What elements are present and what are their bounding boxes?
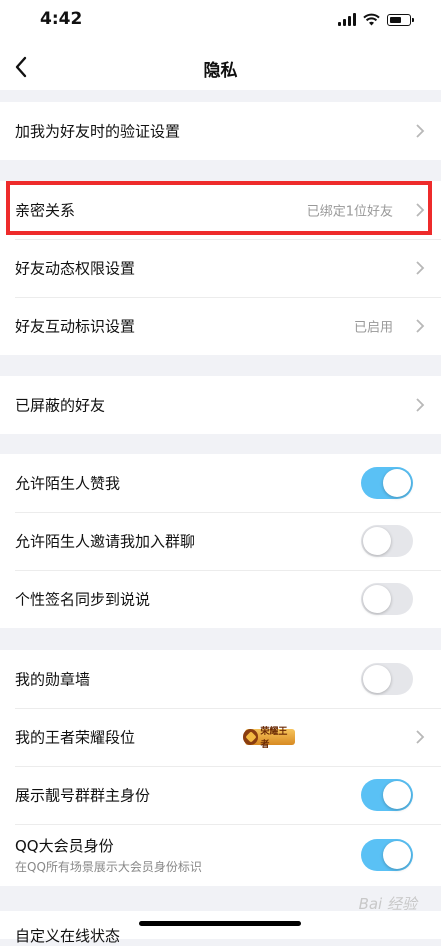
row-label: 我的王者荣耀段位 [15, 728, 136, 747]
row-label: 已屏蔽的好友 [15, 396, 106, 415]
status-icons [338, 13, 414, 26]
row-label: 好友动态权限设置 [15, 259, 136, 278]
row-signature-sync: 个性签名同步到说说 [0, 570, 441, 628]
group-friends: 亲密关系 已绑定1位好友 好友动态权限设置 好友互动标识设置 已启用 [0, 181, 441, 355]
row-verify-settings[interactable]: 加我为好友时的验证设置 [0, 102, 441, 160]
row-label: 个性签名同步到说说 [15, 590, 151, 609]
rank-badge-text: 荣耀王者 [260, 727, 288, 750]
watermark: Bai 经验 [358, 895, 417, 913]
chevron-right-icon [416, 261, 425, 275]
toggle-switch[interactable] [361, 467, 413, 499]
toggle-switch[interactable] [361, 663, 413, 695]
battery-icon [387, 13, 414, 26]
row-allow-like: 允许陌生人赞我 [0, 454, 441, 512]
group-verify: 加我为好友时的验证设置 [0, 102, 441, 160]
signal-icon [338, 13, 356, 26]
nav-bar: 隐私 [0, 44, 441, 90]
row-value: 已绑定1位好友 [306, 204, 393, 220]
row-blocked-friends[interactable]: 已屏蔽的好友 [0, 376, 441, 434]
row-allow-invite: 允许陌生人邀请我加入群聊 [0, 512, 441, 570]
chevron-right-icon [416, 398, 425, 412]
toggle-switch[interactable] [361, 839, 413, 871]
group-blocked: 已屏蔽的好友 [0, 376, 441, 434]
rank-badge-icon: 荣耀王者 [243, 727, 295, 750]
row-label: QQ大会员身份 [15, 837, 114, 855]
page-title: 隐私 [203, 61, 238, 81]
row-label: 允许陌生人邀请我加入群聊 [15, 532, 196, 551]
row-medal-wall: 我的勋章墙 [0, 650, 441, 708]
toggle-switch[interactable] [361, 525, 413, 557]
chevron-right-icon [416, 319, 425, 333]
toggle-switch[interactable] [361, 583, 413, 615]
row-label: 展示靓号群群主身份 [15, 786, 151, 805]
row-label: 好友互动标识设置 [15, 317, 136, 336]
wifi-icon [363, 13, 380, 26]
toggle-switch[interactable] [361, 779, 413, 811]
chevron-right-icon [416, 730, 425, 744]
row-label: 加我为好友时的验证设置 [15, 122, 181, 141]
status-time: 4:42 [40, 9, 83, 29]
row-label: 自定义在线状态 [15, 927, 121, 945]
home-indicator [139, 921, 301, 926]
row-label: 允许陌生人赞我 [15, 474, 121, 493]
row-subtitle: 在QQ所有场景展示大会员身份标识 [15, 860, 202, 874]
row-label: 亲密关系 [15, 201, 76, 220]
row-value: 已启用 [353, 320, 393, 336]
chevron-right-icon [416, 203, 425, 217]
row-intimate-relation[interactable]: 亲密关系 已绑定1位好友 [0, 181, 441, 239]
row-moments-permission[interactable]: 好友动态权限设置 [0, 239, 441, 297]
row-label: 我的勋章墙 [15, 670, 91, 689]
row-pretty-number: 展示靓号群群主身份 [0, 766, 441, 824]
group-identity: 我的勋章墙 我的王者荣耀段位 荣耀王者 展示靓号群群主身份 QQ大会员身份 在Q… [0, 650, 441, 886]
row-interaction-badge[interactable]: 好友互动标识设置 已启用 [0, 297, 441, 355]
chevron-right-icon [416, 124, 425, 138]
row-kings-rank[interactable]: 我的王者荣耀段位 荣耀王者 [0, 708, 441, 766]
row-vip-identity: QQ大会员身份 在QQ所有场景展示大会员身份标识 [0, 824, 441, 886]
group-strangers: 允许陌生人赞我 允许陌生人邀请我加入群聊 个性签名同步到说说 [0, 454, 441, 628]
status-bar: 4:42 [0, 0, 441, 44]
